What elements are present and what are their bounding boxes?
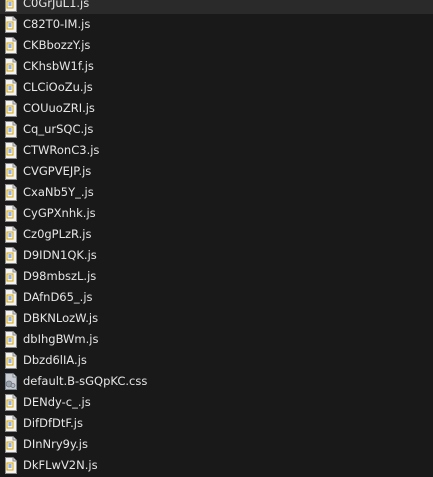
javascript-file-icon	[4, 436, 18, 453]
file-row[interactable]: CKBbozzY.js	[0, 35, 433, 56]
file-row[interactable]: default.B-sGQpKC.css	[0, 371, 433, 392]
file-row[interactable]: COUuoZRI.js	[0, 98, 433, 119]
javascript-file-icon	[4, 0, 18, 12]
file-name: CKBbozzY.js	[23, 38, 91, 52]
javascript-file-icon	[4, 16, 18, 33]
file-row[interactable]: CKhsbW1f.js	[0, 56, 433, 77]
file-row[interactable]: DAfnD65_.js	[0, 287, 433, 308]
file-name: CyGPXnhk.js	[23, 206, 96, 220]
file-row[interactable]: CyGPXnhk.js	[0, 203, 433, 224]
file-list: C0GrJuL1.js C82T0-IM.js CKBbozzY.js CKhsbW1…	[0, 0, 433, 477]
file-row[interactable]: DENdy-c_.js	[0, 392, 433, 413]
javascript-file-icon	[4, 163, 18, 180]
file-row[interactable]: CLCiOoZu.js	[0, 77, 433, 98]
file-name: DifDfDtF.js	[23, 416, 83, 430]
file-name: D9IDN1QK.js	[23, 248, 97, 262]
javascript-file-icon	[4, 37, 18, 54]
file-row[interactable]: CxaNb5Y_.js	[0, 182, 433, 203]
javascript-file-icon	[4, 100, 18, 117]
file-name: C0GrJuL1.js	[23, 0, 90, 10]
javascript-file-icon	[4, 205, 18, 222]
file-name: CTWRonC3.js	[23, 143, 100, 157]
javascript-file-icon	[4, 121, 18, 138]
javascript-file-icon	[4, 79, 18, 96]
file-name: Cq_urSQC.js	[23, 122, 94, 136]
file-row[interactable]: D98mbszL.js	[0, 266, 433, 287]
file-name: CVGPVEJP.js	[23, 164, 92, 178]
javascript-file-icon	[4, 352, 18, 369]
file-row[interactable]: CTWRonC3.js	[0, 140, 433, 161]
file-row[interactable]: DkFLwV2N.js	[0, 455, 433, 476]
file-name: Dbzd6lIA.js	[23, 353, 87, 367]
javascript-file-icon	[4, 289, 18, 306]
file-row[interactable]: D9IDN1QK.js	[0, 245, 433, 266]
file-name: DBKNLozW.js	[23, 311, 99, 325]
file-row[interactable]: dbIhgBWm.js	[0, 329, 433, 350]
file-name: CKhsbW1f.js	[23, 59, 94, 73]
file-name: CxaNb5Y_.js	[23, 185, 94, 199]
css-file-icon	[4, 373, 18, 390]
javascript-file-icon	[4, 247, 18, 264]
javascript-file-icon	[4, 58, 18, 75]
javascript-file-icon	[4, 142, 18, 159]
file-name: C82T0-IM.js	[23, 17, 91, 31]
file-name: CLCiOoZu.js	[23, 80, 93, 94]
file-name: D98mbszL.js	[23, 269, 97, 283]
javascript-file-icon	[4, 457, 18, 474]
file-name: Cz0gPLzR.js	[23, 227, 92, 241]
file-row[interactable]: Cz0gPLzR.js	[0, 224, 433, 245]
file-row[interactable]: DInNry9y.js	[0, 434, 433, 455]
javascript-file-icon	[4, 226, 18, 243]
file-name: dbIhgBWm.js	[23, 332, 99, 346]
file-row[interactable]: CVGPVEJP.js	[0, 161, 433, 182]
file-row[interactable]: DifDfDtF.js	[0, 413, 433, 434]
file-name: default.B-sGQpKC.css	[23, 374, 148, 388]
file-name: DAfnD65_.js	[23, 290, 93, 304]
javascript-file-icon	[4, 394, 18, 411]
javascript-file-icon	[4, 310, 18, 327]
file-row[interactable]: DBKNLozW.js	[0, 308, 433, 329]
file-row[interactable]: C0GrJuL1.js	[0, 0, 433, 14]
file-row[interactable]: Cq_urSQC.js	[0, 119, 433, 140]
javascript-file-icon	[4, 184, 18, 201]
file-row[interactable]: C82T0-IM.js	[0, 14, 433, 35]
file-name: DENdy-c_.js	[23, 395, 91, 409]
javascript-file-icon	[4, 415, 18, 432]
file-name: COUuoZRI.js	[23, 101, 95, 115]
file-row[interactable]: Dbzd6lIA.js	[0, 350, 433, 371]
file-name: DkFLwV2N.js	[23, 458, 98, 472]
file-name: DInNry9y.js	[23, 437, 88, 451]
javascript-file-icon	[4, 331, 18, 348]
javascript-file-icon	[4, 268, 18, 285]
